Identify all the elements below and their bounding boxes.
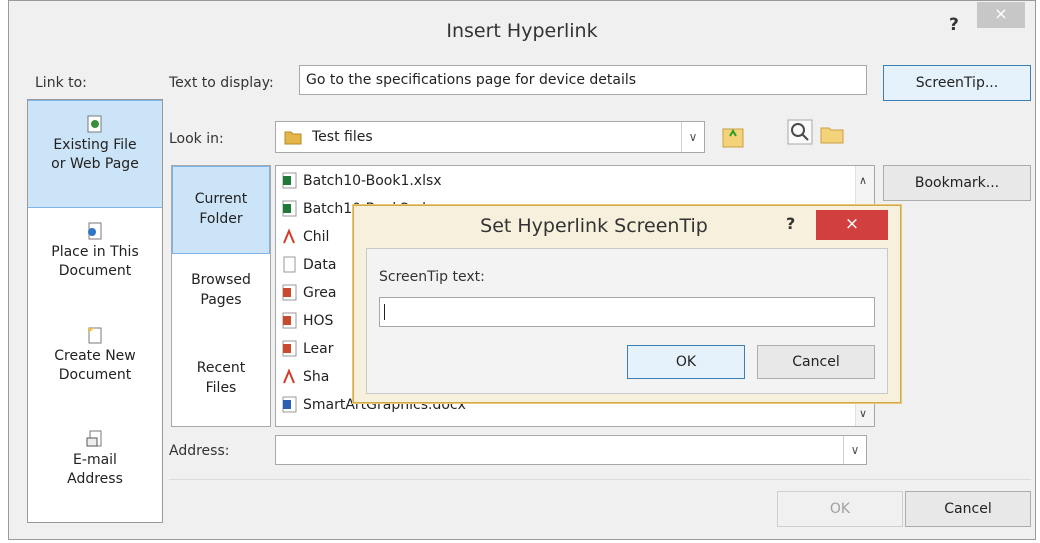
link-existing-file[interactable]: Existing File or Web Page xyxy=(28,100,162,208)
file-name: Sha xyxy=(303,369,330,385)
generic-file-icon xyxy=(283,256,296,272)
insert-hyperlink-dialog: Insert Hyperlink ? × Link to: Existing F… xyxy=(8,0,1036,540)
file-name: Chil xyxy=(303,229,330,245)
nav-label: Files xyxy=(205,380,237,396)
scroll-down-icon[interactable]: ∨ xyxy=(859,407,867,420)
link-label: Create New xyxy=(54,348,136,364)
excel-icon xyxy=(282,200,297,216)
screentip-dialog: Set Hyperlink ScreenTip ? × ScreenTip te… xyxy=(353,205,901,403)
screentip-text-label: ScreenTip text: xyxy=(379,269,485,285)
existing-file-icon xyxy=(87,115,102,133)
word-icon xyxy=(282,396,297,412)
look-in-combo[interactable]: Test files ∨ xyxy=(275,121,705,153)
screentip-body: ScreenTip text: OK Cancel xyxy=(366,248,888,394)
list-item[interactable]: Batch10-Book1.xlsx xyxy=(282,168,442,194)
file-name: Batch10-Book1.xlsx xyxy=(303,173,442,189)
link-create-new-document[interactable]: Create New Document xyxy=(28,326,162,406)
text-caret xyxy=(384,304,385,320)
list-item[interactable]: Data xyxy=(282,252,336,278)
nav-label: Browsed xyxy=(191,272,251,288)
create-new-document-icon xyxy=(88,327,102,344)
email-address-icon xyxy=(86,430,102,447)
list-item[interactable]: Lear xyxy=(282,336,334,362)
link-label: Place in This xyxy=(51,244,139,260)
link-email-address[interactable]: E-mail Address xyxy=(28,430,162,510)
place-in-document-icon xyxy=(88,222,102,240)
nav-label: Recent xyxy=(196,360,246,376)
list-item[interactable]: Chil xyxy=(282,224,329,250)
nav-recent-files[interactable]: Recent Files xyxy=(172,358,270,406)
powerpoint-icon xyxy=(282,340,297,356)
screentip-close-button[interactable]: × xyxy=(816,210,888,240)
link-label: Address xyxy=(67,471,123,487)
nav-label: Current xyxy=(194,191,248,207)
text-to-display-input[interactable]: Go to the specifications page for device… xyxy=(299,65,867,95)
link-label: or Web Page xyxy=(51,156,139,172)
text-to-display-label: Text to display: xyxy=(169,75,274,91)
powerpoint-icon xyxy=(282,312,297,328)
address-label: Address: xyxy=(169,443,230,459)
screentip-button[interactable]: ScreenTip... xyxy=(883,65,1031,101)
help-button[interactable]: ? xyxy=(949,15,959,35)
nav-browsed-pages[interactable]: Browsed Pages xyxy=(172,270,270,318)
dialog-title: Insert Hyperlink xyxy=(446,20,598,42)
screentip-text-input[interactable] xyxy=(379,297,875,327)
nav-label: Pages xyxy=(200,292,242,308)
pdf-icon xyxy=(283,367,295,383)
link-label: Document xyxy=(58,367,132,383)
screentip-cancel-button[interactable]: Cancel xyxy=(757,345,875,379)
look-in-value: Test files xyxy=(312,129,373,145)
up-one-folder-icon[interactable] xyxy=(721,123,747,149)
screentip-ok-button[interactable]: OK xyxy=(627,345,745,379)
list-item[interactable]: Grea xyxy=(282,280,337,306)
chevron-down-icon[interactable]: ∨ xyxy=(843,436,866,464)
bookmark-button[interactable]: Bookmark... xyxy=(883,165,1031,201)
browse-file-icon[interactable] xyxy=(819,121,845,147)
cancel-button[interactable]: Cancel xyxy=(905,491,1031,527)
powerpoint-icon xyxy=(282,284,297,300)
ok-button[interactable]: OK xyxy=(777,491,903,527)
location-nav: Current Folder Browsed Pages Recent File… xyxy=(171,165,271,427)
screentip-dialog-title: Set Hyperlink ScreenTip xyxy=(480,215,708,237)
file-name: HOS xyxy=(303,313,334,329)
nav-current-folder[interactable]: Current Folder xyxy=(172,166,270,254)
file-name: Lear xyxy=(303,341,334,357)
file-name: Data xyxy=(303,257,337,273)
look-in-label: Look in: xyxy=(169,131,224,147)
scroll-up-icon[interactable]: ∧ xyxy=(859,174,867,187)
link-label: Document xyxy=(58,263,132,279)
folder-icon xyxy=(284,131,302,145)
link-label: E-mail xyxy=(73,452,117,468)
list-item[interactable]: HOS xyxy=(282,308,333,334)
file-name: Grea xyxy=(303,285,337,301)
pdf-icon xyxy=(283,227,295,243)
link-to-label: Link to: xyxy=(35,75,87,91)
nav-label: Folder xyxy=(199,211,243,227)
divider xyxy=(169,479,1031,480)
excel-icon xyxy=(282,172,297,188)
link-place-in-document[interactable]: Place in This Document xyxy=(28,222,162,302)
list-item[interactable]: Sha xyxy=(282,364,329,390)
chevron-down-icon[interactable]: ∨ xyxy=(681,122,704,152)
close-button[interactable]: × xyxy=(977,2,1025,28)
screentip-help-button[interactable]: ? xyxy=(786,214,795,233)
link-label: Existing File xyxy=(53,137,137,153)
browse-web-icon[interactable] xyxy=(787,119,813,145)
link-to-bar: Existing File or Web Page Place in This … xyxy=(27,99,163,523)
address-combo[interactable]: ∨ xyxy=(275,435,867,465)
